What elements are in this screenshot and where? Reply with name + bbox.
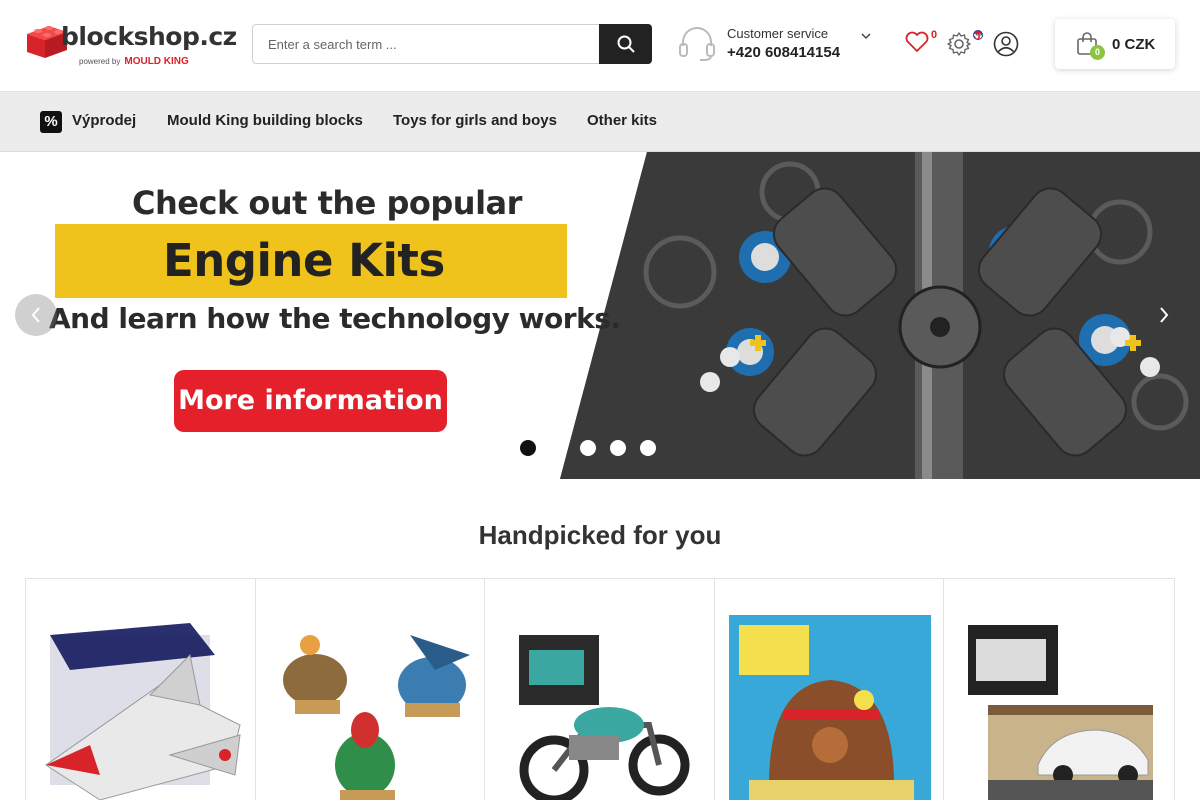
wishlist-icon[interactable]	[904, 30, 930, 54]
wishlist-count: 0	[931, 29, 938, 41]
logo[interactable]: blockshop.cz powered by MOULD KING	[25, 18, 237, 70]
carousel-dot[interactable]	[640, 440, 656, 456]
section-title: Handpicked for you	[478, 520, 722, 550]
service-phone[interactable]: +420 608414154	[727, 44, 840, 61]
customer-service[interactable]: Customer service +420 608414154	[678, 24, 878, 66]
product-image-spongebob	[728, 615, 931, 800]
nav-item-other-kits[interactable]: Other kits	[587, 112, 657, 129]
product-card[interactable]	[26, 579, 256, 800]
carousel-dot[interactable]	[610, 440, 626, 456]
hero-banner[interactable]: Check out the popular Engine Kits And le…	[0, 152, 1200, 479]
cart-count-badge: 0	[1090, 45, 1105, 60]
banner-line3: And learn how the technology works.	[49, 302, 621, 335]
chevron-left-icon	[31, 307, 40, 323]
carousel-dot[interactable]	[580, 440, 596, 456]
carousel-next-button[interactable]	[1143, 294, 1185, 336]
logo-text: blockshop.cz	[61, 22, 237, 51]
product-grid	[25, 578, 1175, 800]
search-button[interactable]	[599, 24, 652, 64]
chevron-right-icon	[1160, 307, 1169, 323]
percent-icon[interactable]: %	[40, 111, 62, 133]
more-information-button[interactable]: More information	[174, 370, 447, 432]
nav-item-vyprodej[interactable]: Výprodej	[72, 112, 136, 129]
product-card[interactable]	[256, 579, 486, 800]
chevron-down-icon	[861, 33, 871, 40]
nav-item-mould-king[interactable]: Mould King building blocks	[167, 112, 363, 129]
product-image-motorcycle	[519, 635, 690, 800]
logo-powered-by: powered by MOULD KING	[79, 56, 189, 67]
product-card[interactable]	[485, 579, 715, 800]
main-navigation: % Výprodej Mould King building blocks To…	[0, 92, 1200, 152]
cart-button[interactable]: 0 0 CZK	[1055, 19, 1175, 69]
product-image-sea-creatures	[282, 635, 470, 800]
powered-label: powered by	[79, 57, 121, 66]
search-box	[252, 24, 652, 64]
product-card[interactable]	[715, 579, 945, 800]
carousel-dot[interactable]	[520, 440, 536, 456]
product-image-jet	[45, 623, 241, 800]
nav-item-toys[interactable]: Toys for girls and boys	[393, 112, 557, 129]
uk-flag-icon[interactable]	[973, 30, 983, 40]
headset-icon	[679, 27, 715, 61]
service-label: Customer service	[727, 26, 829, 41]
carousel-prev-button[interactable]	[15, 294, 57, 336]
carousel-dot[interactable]	[550, 440, 566, 456]
search-icon	[617, 35, 635, 53]
banner-line1: Check out the popular	[132, 184, 522, 222]
search-input[interactable]	[253, 25, 600, 63]
gear-icon[interactable]	[946, 31, 972, 57]
user-account-icon[interactable]	[993, 31, 1019, 57]
carousel-dots	[520, 440, 656, 456]
header: blockshop.cz powered byMOULD KING Custom…	[0, 0, 1200, 92]
engine-image	[560, 152, 1200, 479]
product-image-sports-car	[968, 625, 1154, 800]
product-card[interactable]	[944, 579, 1174, 800]
banner-line2: Engine Kits	[163, 234, 445, 287]
brand-label: MOULD KING	[124, 56, 189, 67]
cart-total: 0 CZK	[1112, 36, 1156, 53]
